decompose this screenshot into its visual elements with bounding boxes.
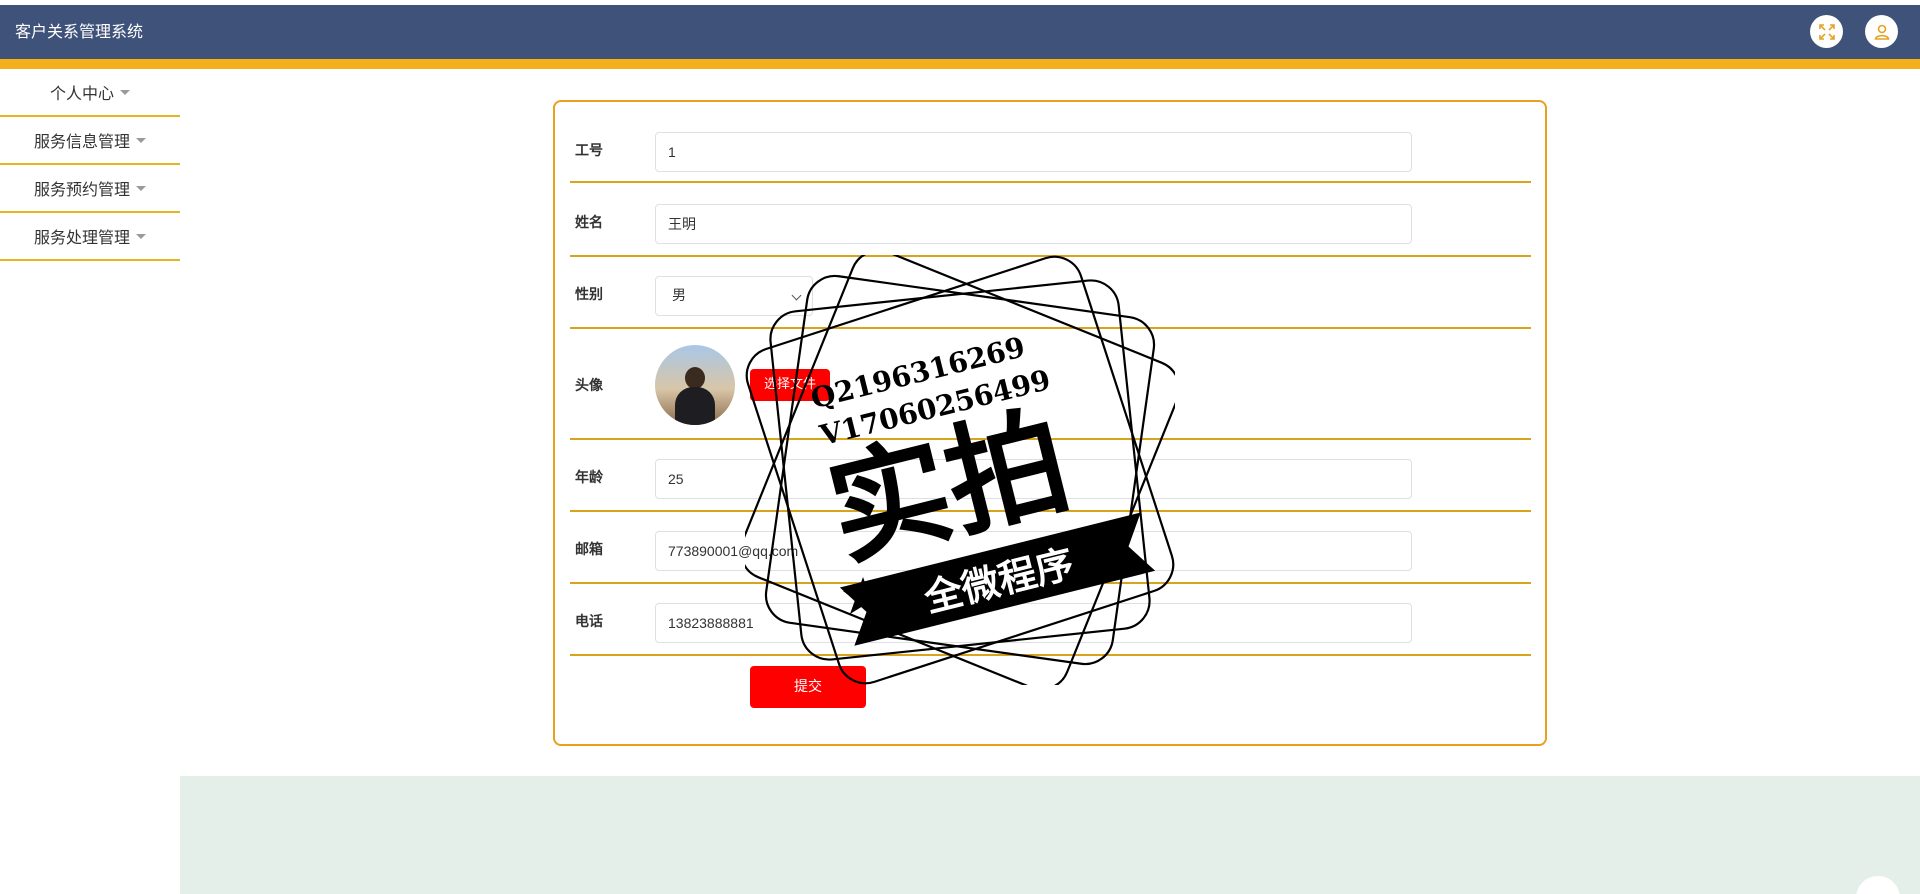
caret-down-icon [120, 89, 130, 95]
page-footer-band [180, 776, 1920, 894]
sidebar-item-service-handling[interactable]: 服务处理管理 [0, 213, 180, 261]
name-label: 姓名 [575, 215, 603, 231]
job-no-input[interactable]: 1 [655, 132, 1412, 172]
sidebar-item-label: 个人中心 [49, 84, 114, 103]
user-menu-button[interactable] [1865, 15, 1898, 48]
gender-label: 性别 [575, 287, 603, 303]
sidebar-item-label: 服务信息管理 [33, 132, 130, 151]
sidebar-item-label: 服务预约管理 [33, 180, 130, 199]
avatar-label: 头像 [575, 378, 603, 394]
watermark-stamp: Q2196316269 V17060256499 实拍 全微程序 [745, 255, 1175, 685]
form-row-name: 姓名 王明 [570, 185, 1531, 257]
fullscreen-button[interactable] [1810, 15, 1843, 48]
caret-down-icon [136, 233, 146, 239]
sidebar-item-service-booking[interactable]: 服务预约管理 [0, 165, 180, 213]
job-no-label: 工号 [575, 143, 603, 159]
caret-down-icon [136, 185, 146, 191]
user-icon [1874, 24, 1889, 40]
form-row-job-no: 工号 1 [570, 117, 1531, 183]
top-navbar: 客户关系管理系统 [0, 5, 1920, 59]
avatar [655, 345, 735, 425]
phone-label: 电话 [575, 614, 603, 630]
caret-down-icon [136, 137, 146, 143]
sidebar-item-service-info[interactable]: 服务信息管理 [0, 117, 180, 165]
gender-selected-value: 男 [672, 288, 686, 304]
sidebar-item-personal-center[interactable]: 个人中心 [0, 69, 180, 117]
sidebar: 个人中心 服务信息管理 服务预约管理 服务处理管理 [0, 69, 180, 261]
sidebar-item-label: 服务处理管理 [33, 228, 130, 247]
fullscreen-icon [1818, 23, 1835, 40]
age-label: 年龄 [575, 470, 603, 486]
header-accent-strip [0, 59, 1920, 69]
email-label: 邮箱 [575, 542, 603, 558]
app-title: 客户关系管理系统 [15, 22, 144, 41]
name-input[interactable]: 王明 [655, 204, 1412, 244]
